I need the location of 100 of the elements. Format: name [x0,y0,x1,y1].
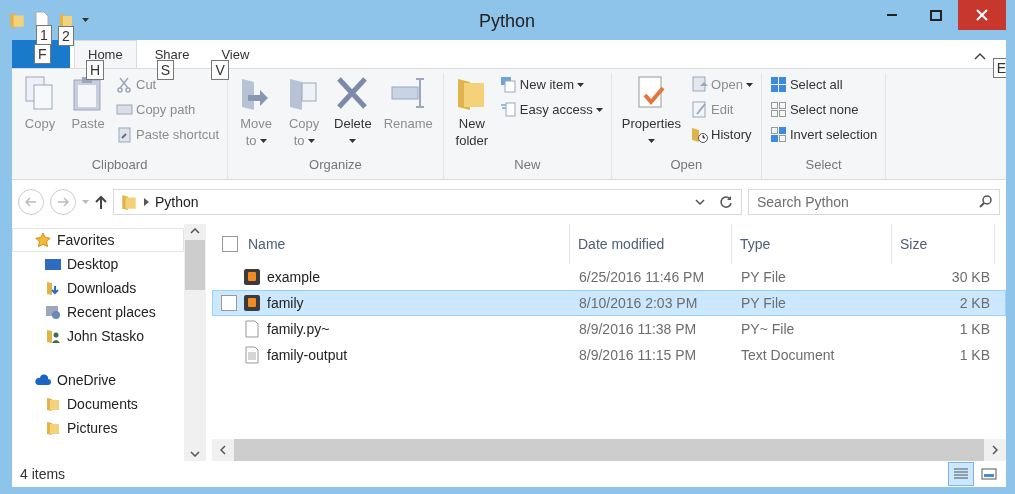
scrollbar-thumb[interactable] [185,240,205,290]
caret-icon [82,18,89,22]
nav-item[interactable]: Recent places [12,300,184,324]
nav-label: Downloads [67,280,137,296]
cloud-icon [35,372,51,388]
group-label: Clipboard [90,157,149,174]
recent-places-icon [45,304,61,320]
refresh-icon[interactable] [719,195,733,209]
nav-item[interactable]: Favorites [12,228,184,252]
nav-label: Desktop [67,256,119,272]
nav-label: Pictures [67,420,118,436]
column-header[interactable]: Date modified [578,236,665,252]
keytip: F [34,44,51,64]
ribbon-button[interactable]: Select all [767,73,880,96]
size-cell-text: 2 KB [958,295,991,311]
star-icon [35,232,51,248]
ribbon-button[interactable]: New item [497,73,605,96]
nav-label: Favorites [57,232,115,248]
minimize-icon [887,14,897,16]
pencil-icon [691,101,709,118]
column-header[interactable]: Type [740,236,771,252]
forward-button[interactable] [50,189,76,215]
image-icon [981,467,997,481]
folder-icon [120,193,138,211]
file-name: family-output [267,347,348,363]
nav-label: OneDrive [57,372,117,388]
ribbon-button[interactable]: Invert selection [767,123,880,146]
up-arrow-icon[interactable] [95,195,107,209]
nav-item[interactable]: Desktop [12,252,184,276]
nav-label: John Stasko [67,328,145,344]
vertical-scrollbar[interactable] [184,224,206,461]
item-count: 4 items [20,466,66,482]
keytip: E [992,58,1006,78]
chevron-down-icon[interactable] [695,199,705,205]
search-icon [979,195,992,208]
column-header[interactable]: Size [900,236,928,252]
nav-label: Recent places [67,304,156,320]
type-cell-text: PY~ File [740,321,796,337]
address-bar[interactable]: Python [113,189,742,215]
ribbon-button[interactable]: History [689,123,755,146]
date-cell-text: 8/9/2016 11:38 PM [578,321,698,337]
window-title: Python [479,11,535,32]
close-button[interactable] [958,0,1006,30]
keytip: 2 [58,26,74,46]
details-view-button[interactable] [948,462,974,486]
horizontal-scrollbar[interactable] [212,439,1006,461]
ribbon-button[interactable]: Select none [767,98,880,121]
sublime-file-icon [243,294,261,312]
chevron-right-icon [992,445,998,455]
sublime-file-icon [243,268,261,286]
search-field[interactable]: Search Python [748,189,1000,215]
date-cell-text: 6/25/2016 11:46 PM [578,269,706,285]
file-row[interactable]: family 8/10/2016 2:03 PM PY File 2 KB [212,290,1006,316]
type-cell-text: PY File [740,269,787,285]
type-cell-text: Text Document [740,347,836,363]
folder-icon [58,12,74,28]
select-none-icon [769,101,787,118]
nav-item[interactable]: Downloads [12,276,184,300]
ribbon-button[interactable]: Properties [617,73,686,157]
downloads-folder-icon [45,280,61,296]
file-icon [243,320,261,338]
invert-selection-icon [769,126,787,143]
text-file-icon [243,346,261,364]
row-checkbox[interactable] [221,295,237,311]
group-label: Organize [308,157,363,174]
type-cell-text: PY File [740,295,787,311]
column-header[interactable]: Name [248,236,286,252]
chevron-down-icon [190,451,200,457]
back-button[interactable] [18,189,44,215]
ribbon-button[interactable]: Easy access [497,98,605,121]
chevron-up-icon [190,228,200,234]
select-all-checkbox[interactable] [222,236,238,252]
address-path: Python [155,194,200,210]
group-label: Open [669,157,704,174]
collapse-ribbon-icon[interactable] [974,52,986,60]
nav-item[interactable]: OneDrive [12,368,184,392]
nav-label: Documents [67,396,138,412]
file-row[interactable]: family.py~ 8/9/2016 11:38 PM PY~ File 1 KB [212,316,1006,342]
file-name: example [267,269,320,285]
folder-icon [8,11,26,29]
caret-icon[interactable] [82,200,89,204]
nav-item[interactable]: Documents [12,392,184,416]
ribbon-button[interactable]: Delete [330,73,376,157]
file-row[interactable]: family-output 8/9/2016 11:15 PM Text Document 1 KB [212,342,1006,368]
nav-item[interactable]: John Stasko [12,324,184,348]
open-icon [691,76,709,93]
history-icon [691,126,709,143]
file-row[interactable]: example 6/25/2016 11:46 PM PY File 30 KB [212,264,1006,290]
chevron-left-icon [220,445,226,455]
nav-item[interactable]: Pictures [12,416,184,440]
ribbon-button[interactable]: New folder [449,73,494,157]
user-folder-icon [45,328,61,344]
file-name: family.py~ [267,321,330,337]
group-label: Select [804,157,843,174]
keytip: H [86,60,105,80]
folder-icon [45,420,61,436]
rename-icon [390,75,427,111]
maximize-icon [930,9,942,21]
chevron-right-icon [144,198,149,206]
new-item-icon [499,76,517,93]
